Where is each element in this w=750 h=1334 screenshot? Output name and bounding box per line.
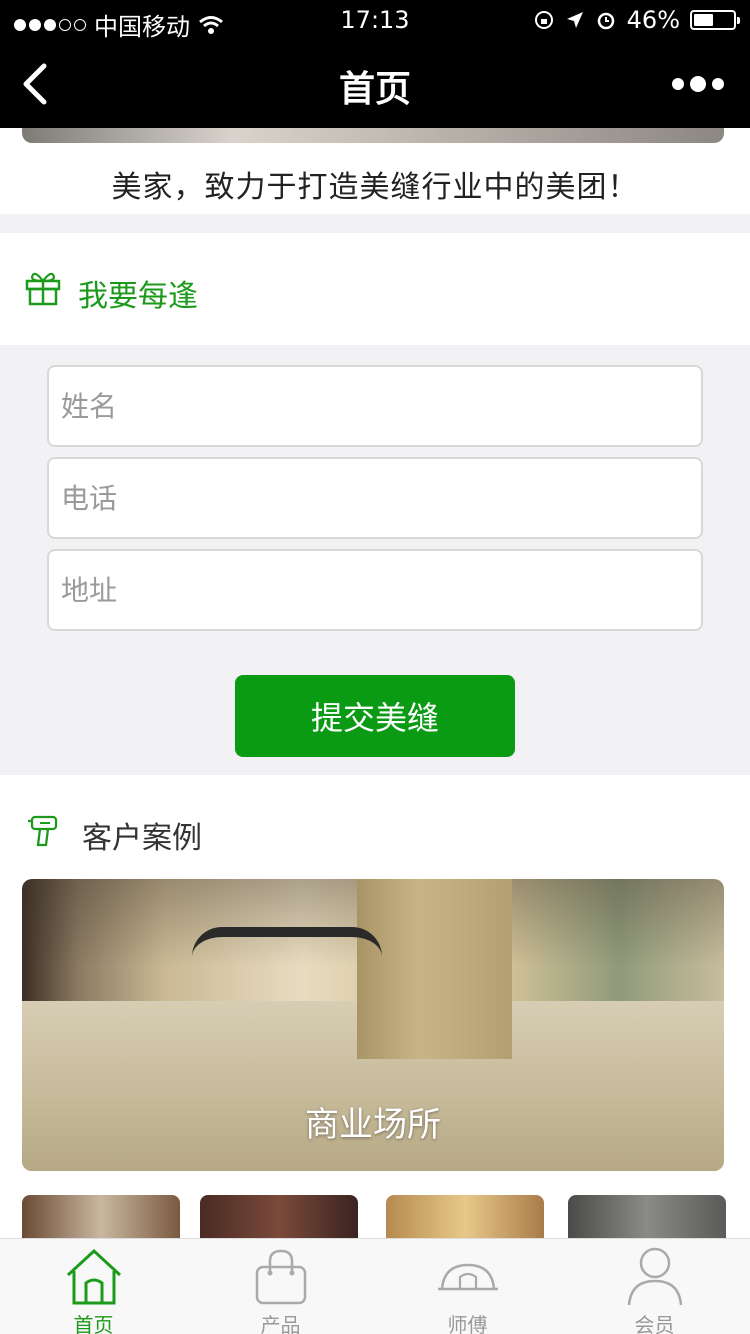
status-bar: 中国移动 17:13 46% xyxy=(0,0,750,41)
user-icon xyxy=(627,1247,682,1306)
tab-member[interactable]: 会员 xyxy=(561,1239,748,1334)
tab-label: 产品 xyxy=(260,1313,301,1334)
case-thumbnail[interactable] xyxy=(200,1195,358,1240)
alarm-icon xyxy=(597,12,614,30)
name-input[interactable] xyxy=(47,365,703,447)
nav-bar: 首页 xyxy=(0,40,750,128)
location-icon xyxy=(566,12,583,28)
appointment-title: 我要每逢 xyxy=(78,279,198,314)
battery-percent: 46% xyxy=(626,6,680,34)
appointment-header: 我要每逢 xyxy=(0,233,750,345)
tab-label: 师傅 xyxy=(447,1313,488,1334)
slogan-text: 美家，致力于打造美缝行业中的美团！ xyxy=(111,170,639,205)
case-thumbnail[interactable] xyxy=(22,1195,180,1240)
banner-image[interactable] xyxy=(22,128,724,143)
banner-section: 美家，致力于打造美缝行业中的美团！ xyxy=(0,128,750,214)
page-title: 首页 xyxy=(338,69,411,110)
case-thumbnail[interactable] xyxy=(386,1195,544,1240)
cases-title: 客户案例 xyxy=(82,821,202,856)
gift-icon xyxy=(25,272,61,306)
bag-icon xyxy=(255,1249,306,1305)
cases-section: 客户案例 商业场所 xyxy=(0,775,750,1240)
battery-icon xyxy=(690,10,740,30)
tab-products[interactable]: 产品 xyxy=(187,1239,374,1334)
address-input[interactable] xyxy=(47,549,703,631)
tab-label: 首页 xyxy=(73,1313,114,1334)
tab-masters[interactable]: 师傅 xyxy=(374,1239,561,1334)
tab-home[interactable]: 首页 xyxy=(0,1239,187,1334)
home-icon xyxy=(66,1248,121,1305)
tab-bar: 首页 产品 师傅 会员 xyxy=(0,1238,750,1334)
page: 中国移动 17:13 46% 首页 美家，致力于打造美缝行业中的美团！ 我要每逢… xyxy=(0,0,750,1334)
featured-case-card[interactable]: 商业场所 xyxy=(22,879,724,1171)
submit-button[interactable]: 提交美缝 xyxy=(235,675,515,757)
featured-case-label: 商业场所 xyxy=(305,1105,441,1145)
phone-input[interactable] xyxy=(47,457,703,539)
tool-icon xyxy=(28,815,58,847)
case-thumbnail[interactable] xyxy=(568,1195,726,1240)
status-right: 46% xyxy=(533,6,740,34)
appointment-form: 提交美缝 xyxy=(0,345,750,775)
case-image-escalator xyxy=(192,927,382,985)
rotation-lock-icon xyxy=(534,11,553,29)
helmet-icon xyxy=(437,1263,498,1291)
more-icon[interactable] xyxy=(672,76,724,92)
tab-label: 会员 xyxy=(634,1313,675,1334)
